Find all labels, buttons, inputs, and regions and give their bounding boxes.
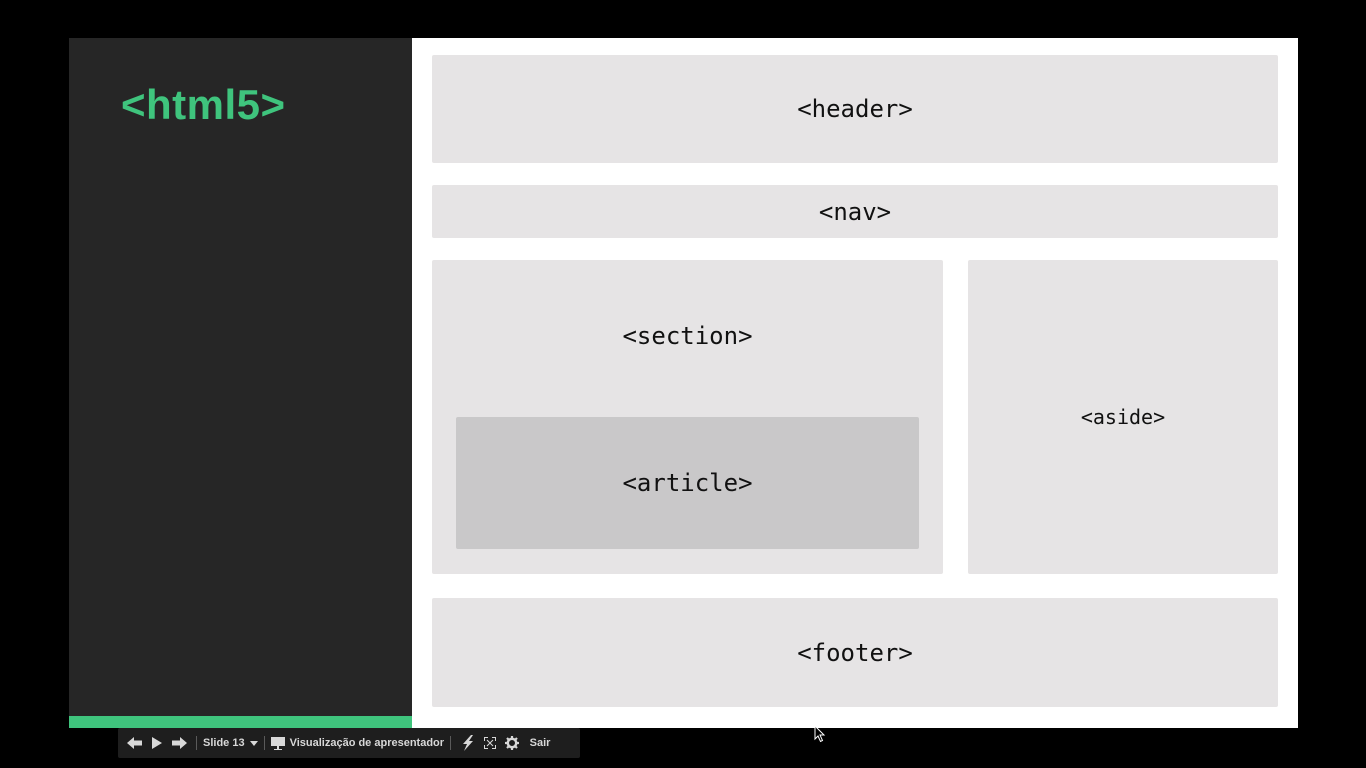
footer-block: <footer> (432, 598, 1278, 707)
article-block: <article> (456, 417, 919, 549)
header-label: <header> (797, 95, 913, 123)
section-block: <section> <article> (432, 260, 943, 574)
toolbar-separator (263, 736, 265, 750)
slide-title: <html5> (121, 81, 286, 128)
exit-button[interactable]: Sair (529, 728, 551, 758)
toolbar-separator (450, 736, 452, 750)
article-label: <article> (622, 469, 753, 497)
slide-number-label: Slide 13 (203, 737, 245, 749)
mouse-cursor-icon (814, 725, 826, 743)
footer-label: <footer> (797, 638, 913, 667)
slide-selector-dropdown[interactable]: Slide 13 (203, 728, 258, 758)
fullscreen-button[interactable] (479, 728, 501, 758)
aside-block: <aside> (968, 260, 1278, 574)
play-button[interactable] (146, 728, 168, 758)
settings-button[interactable] (501, 728, 523, 758)
fullscreen-icon (484, 737, 497, 749)
gear-icon (505, 736, 520, 750)
arrow-right-icon (172, 737, 187, 749)
presenter-toolbar: Slide 13 Visualização de apresentador Sa… (118, 728, 580, 758)
section-label: <section> (622, 322, 753, 350)
nav-block: <nav> (432, 185, 1278, 238)
laser-pointer-button[interactable] (457, 728, 479, 758)
laser-pointer-icon (463, 735, 474, 751)
presenter-view-button[interactable]: Visualização de apresentador (270, 728, 445, 758)
exit-label: Sair (529, 737, 551, 749)
slide-canvas: <html5> <header> <nav> <section> <articl… (69, 38, 1298, 728)
chevron-down-icon (249, 740, 258, 746)
presenter-view-label: Visualização de apresentador (289, 737, 445, 749)
arrow-left-icon (127, 737, 142, 749)
nav-label: <nav> (818, 197, 892, 226)
previous-slide-button[interactable] (124, 728, 146, 758)
next-slide-button[interactable] (168, 728, 190, 758)
toolbar-separator (196, 736, 197, 750)
play-icon (152, 737, 162, 749)
aside-label: <aside> (1080, 405, 1166, 429)
header-block: <header> (432, 55, 1278, 163)
presenter-screen-icon (270, 736, 285, 750)
slide-sidebar: <html5> (69, 38, 412, 728)
accent-strip (69, 716, 412, 728)
